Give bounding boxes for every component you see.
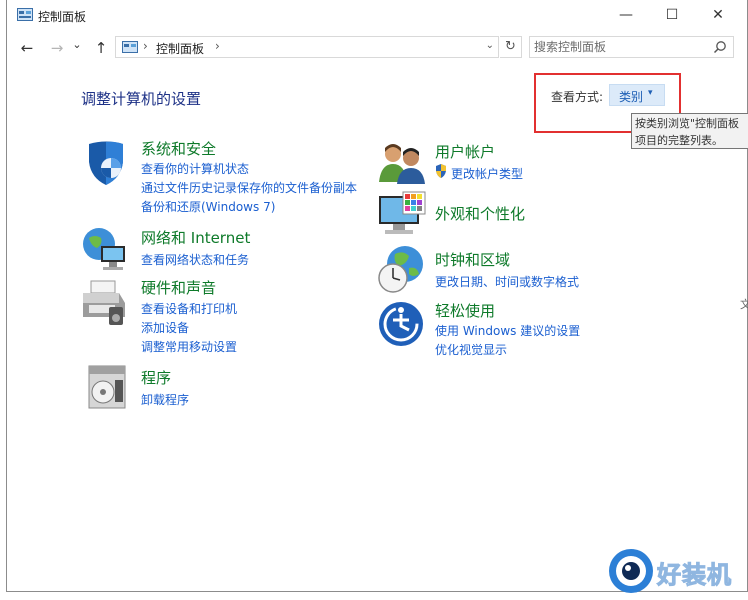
printer-icon[interactable]	[79, 277, 129, 327]
shield-icon[interactable]	[81, 138, 131, 188]
category-title-system-security[interactable]: 系统和安全	[141, 138, 216, 159]
category-title-programs[interactable]: 程序	[141, 367, 171, 388]
address-history-dropdown[interactable]: ⌄	[486, 40, 494, 51]
programs-icon[interactable]	[83, 362, 133, 412]
control-panel-icon	[17, 8, 33, 21]
link-view-computer-status[interactable]: 查看你的计算机状态	[141, 160, 249, 177]
recent-locations-button[interactable]: ⌄	[71, 36, 83, 54]
link-change-date-time[interactable]: 更改日期、时间或数字格式	[435, 273, 579, 290]
network-icon[interactable]	[79, 224, 129, 274]
breadcrumb-separator[interactable]: ›	[143, 39, 148, 53]
breadcrumb-separator[interactable]: ›	[215, 39, 220, 53]
search-box[interactable]	[529, 36, 734, 58]
page-title: 调整计算机的设置	[81, 90, 202, 108]
breadcrumb-control-panel[interactable]: 控制面板	[156, 40, 204, 57]
category-title-hardware-sound[interactable]: 硬件和声音	[141, 277, 216, 298]
link-uninstall-program[interactable]: 卸载程序	[141, 391, 189, 408]
view-by-tooltip: 按类别浏览"控制面板 项目的完整列表。	[631, 113, 748, 149]
title-bar[interactable]: 控制面板 — ☐ ✕	[7, 0, 748, 30]
category-title-appearance[interactable]: 外观和个性化	[435, 203, 525, 224]
link-devices-printers[interactable]: 查看设备和打印机	[141, 300, 237, 317]
users-icon[interactable]	[377, 138, 427, 188]
search-input[interactable]	[534, 38, 704, 56]
close-button[interactable]: ✕	[695, 0, 741, 30]
category-title-network-internet[interactable]: 网络和 Internet	[141, 227, 250, 248]
uac-shield-icon	[436, 164, 446, 178]
control-panel-icon	[122, 41, 138, 53]
watermark: 好装机	[607, 547, 745, 595]
up-button[interactable]: ↑	[91, 39, 111, 57]
control-panel-window: 控制面板 — ☐ ✕ ← → ⌄ ↑ › 控制面板 › ⌄ ↻ 调整计算机的设置…	[6, 0, 748, 592]
refresh-button[interactable]: ↻	[500, 36, 522, 58]
category-title-clock-region[interactable]: 时钟和区域	[435, 249, 510, 270]
tooltip-line: 按类别浏览"控制面板	[635, 117, 740, 130]
link-file-history-backup[interactable]: 通过文件历史记录保存你的文件备份副本	[141, 179, 357, 196]
minimize-button[interactable]: —	[603, 0, 649, 30]
link-optimize-display[interactable]: 优化视觉显示	[435, 341, 507, 358]
link-backup-restore[interactable]: 备份和还原(Windows 7)	[141, 198, 275, 215]
category-title-user-accounts[interactable]: 用户帐户	[435, 141, 495, 162]
display-icon[interactable]	[377, 190, 427, 240]
watermark-logo-icon	[609, 549, 653, 593]
tooltip-line: 项目的完整列表。	[635, 134, 723, 147]
maximize-button[interactable]: ☐	[649, 0, 695, 30]
link-network-status[interactable]: 查看网络状态和任务	[141, 251, 249, 268]
edge-glyph: 文	[740, 298, 748, 311]
link-windows-recommended-settings[interactable]: 使用 Windows 建议的设置	[435, 322, 580, 339]
category-title-ease-of-access[interactable]: 轻松使用	[435, 300, 495, 321]
link-change-account-type[interactable]: 更改帐户类型	[451, 165, 523, 182]
link-add-device[interactable]: 添加设备	[141, 319, 189, 336]
address-bar[interactable]: › 控制面板 › ⌄	[115, 36, 499, 58]
link-mobility-settings[interactable]: 调整常用移动设置	[141, 338, 237, 355]
window-title: 控制面板	[38, 10, 87, 24]
back-button[interactable]: ←	[17, 39, 37, 57]
ease-of-access-icon[interactable]	[377, 298, 427, 348]
search-icon[interactable]	[713, 40, 727, 54]
clock-globe-icon[interactable]	[377, 244, 427, 294]
forward-button[interactable]: →	[47, 39, 67, 57]
watermark-text: 好装机	[657, 561, 732, 590]
